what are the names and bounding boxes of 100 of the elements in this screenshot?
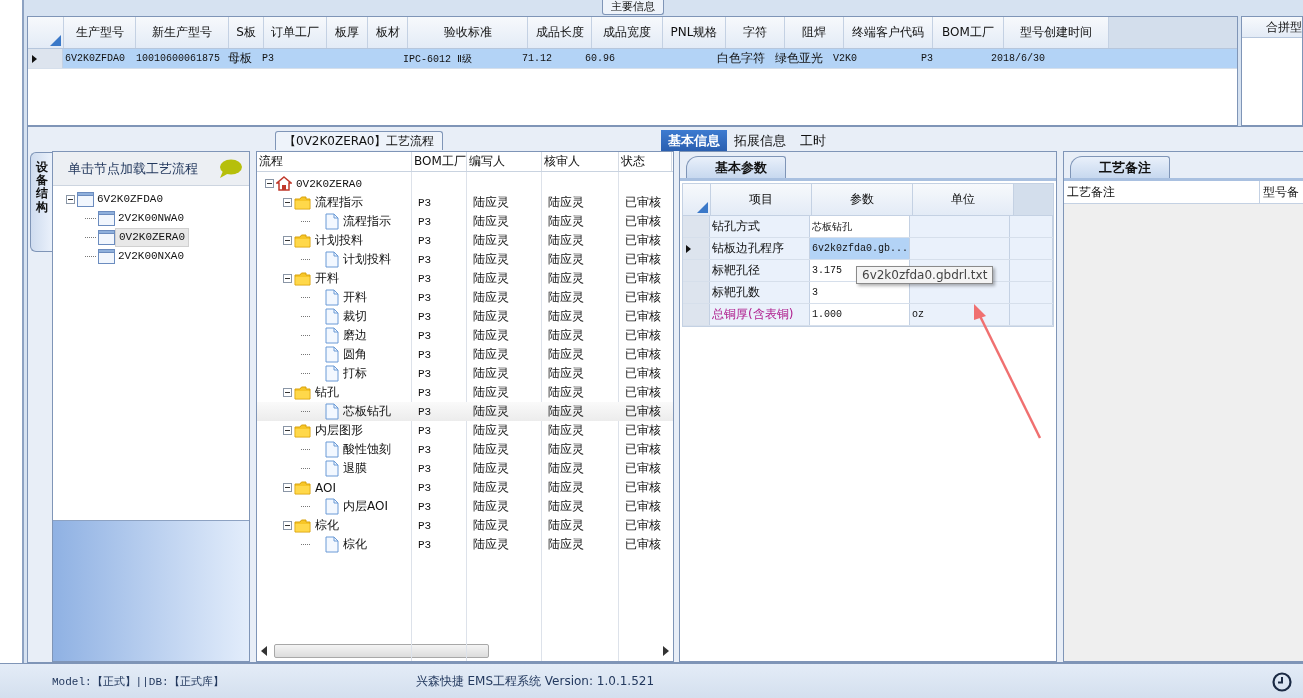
- column-header[interactable]: 阻焊: [785, 17, 844, 48]
- clock-icon[interactable]: [1272, 671, 1292, 692]
- process-step: 圆角: [343, 346, 367, 363]
- column-header[interactable]: S板: [229, 17, 264, 48]
- table-cell: 60.96: [583, 49, 653, 68]
- process-row[interactable]: 内层图形 P3 陆应灵 陆应灵 已审核: [257, 421, 673, 440]
- collapse-icon[interactable]: [283, 274, 292, 283]
- tab[interactable]: 工时: [793, 130, 834, 151]
- row-header[interactable]: [683, 238, 710, 259]
- table-cell-text: 已审核: [624, 251, 662, 268]
- column-header[interactable]: PNL规格: [663, 17, 726, 48]
- table-cell-text: P3: [417, 386, 433, 399]
- table-cell-text: 已审核: [624, 498, 662, 515]
- column-header[interactable]: 订单工厂: [264, 17, 327, 48]
- process-row[interactable]: 0V2K0ZERA0: [257, 174, 673, 193]
- process-step: 芯板钻孔: [343, 403, 391, 420]
- collapse-icon[interactable]: [265, 179, 274, 188]
- column-header[interactable]: 字符: [726, 17, 785, 48]
- table-cell-text: 陆应灵: [547, 536, 585, 553]
- document-icon: [325, 251, 339, 268]
- column-header[interactable]: 型号备: [1260, 181, 1303, 203]
- process-row[interactable]: 酸性蚀刻 P3 陆应灵 陆应灵 已审核: [257, 440, 673, 459]
- column-header[interactable]: 编写人: [467, 152, 542, 171]
- column-header[interactable]: 流程: [257, 152, 412, 171]
- process-row[interactable]: 棕化 P3 陆应灵 陆应灵 已审核: [257, 516, 673, 535]
- process-row[interactable]: 裁切 P3 陆应灵 陆应灵 已审核: [257, 307, 673, 326]
- table-cell: 总铜厚(含表铜): [710, 304, 810, 325]
- collapse-icon[interactable]: [283, 236, 292, 245]
- horizontal-scrollbar[interactable]: [261, 643, 669, 659]
- process-row[interactable]: 打标 P3 陆应灵 陆应灵 已审核: [257, 364, 673, 383]
- table-cell-text: P3: [417, 424, 433, 437]
- side-tab[interactable]: 设备结构: [30, 152, 52, 252]
- process-row[interactable]: 开料 P3 陆应灵 陆应灵 已审核: [257, 288, 673, 307]
- column-header[interactable]: 生产型号: [64, 17, 136, 48]
- table-cell-text: 陆应灵: [472, 308, 510, 325]
- table-cell-text: P3: [417, 405, 433, 418]
- document-icon: [325, 213, 339, 230]
- collapse-icon[interactable]: [283, 198, 292, 207]
- table-row[interactable]: 6V2K0ZFDA0 10010600061875 母板 P3 IPC-6012 Ⅱ级 71.12 60.96 白色字符 绿色亚光 V2K0 P3 2018/6/30: [28, 49, 1237, 69]
- table-cell-text: 已审核: [624, 213, 662, 230]
- collapse-icon[interactable]: [283, 426, 292, 435]
- table-cell-text: 陆应灵: [472, 498, 510, 515]
- process-row[interactable]: 开料 P3 陆应灵 陆应灵 已审核: [257, 269, 673, 288]
- column-header[interactable]: 板厚: [327, 17, 368, 48]
- column-header[interactable]: 状态: [619, 152, 672, 171]
- column-header[interactable]: 板材: [368, 17, 408, 48]
- table-cell-text: 已审核: [624, 422, 662, 439]
- column-header[interactable]: 核审人: [542, 152, 619, 171]
- folder-icon: [294, 233, 311, 248]
- process-row[interactable]: 棕化 P3 陆应灵 陆应灵 已审核: [257, 535, 673, 554]
- column-header[interactable]: 成品宽度: [592, 17, 663, 48]
- table-cell-text: 陆应灵: [547, 479, 585, 496]
- tab[interactable]: 基本参数: [686, 156, 786, 178]
- collapse-icon[interactable]: [66, 195, 75, 204]
- column-header[interactable]: 终端客户代码: [844, 17, 933, 48]
- table-cell: 钻孔方式: [710, 216, 810, 237]
- table-cell-text: 陆应灵: [547, 213, 585, 230]
- column-header[interactable]: 工艺备注: [1064, 181, 1260, 203]
- process-row[interactable]: 内层AOI P3 陆应灵 陆应灵 已审核: [257, 497, 673, 516]
- process-row[interactable]: 退膜 P3 陆应灵 陆应灵 已审核: [257, 459, 673, 478]
- table-cell-text: 已审核: [624, 232, 662, 249]
- tab[interactable]: 基本信息: [661, 130, 728, 151]
- table-cell-text: 陆应灵: [547, 384, 585, 401]
- process-row[interactable]: 计划投料 P3 陆应灵 陆应灵 已审核: [257, 231, 673, 250]
- process-row[interactable]: 计划投料 P3 陆应灵 陆应灵 已审核: [257, 250, 673, 269]
- process-row[interactable]: 磨边 P3 陆应灵 陆应灵 已审核: [257, 326, 673, 345]
- table-cell-text: 陆应灵: [472, 403, 510, 420]
- document-icon: [325, 536, 339, 553]
- collapse-icon[interactable]: [283, 521, 292, 530]
- table-cell-text: 已审核: [624, 441, 662, 458]
- process-row[interactable]: AOI P3 陆应灵 陆应灵 已审核: [257, 478, 673, 497]
- column-header[interactable]: 项目: [711, 184, 812, 215]
- collapse-icon[interactable]: [283, 388, 292, 397]
- column-header[interactable]: 参数: [812, 184, 913, 215]
- collapse-icon[interactable]: [283, 483, 292, 492]
- scroll-right-icon[interactable]: [663, 646, 669, 656]
- tree-item[interactable]: 2V2K00NXA0: [115, 248, 187, 265]
- panel-title: 主要信息: [601, 0, 664, 15]
- column-header[interactable]: BOM工厂: [412, 152, 467, 171]
- tree-item[interactable]: 0V2K0ZERA0: [115, 228, 189, 247]
- process-row[interactable]: 流程指示 P3 陆应灵 陆应灵 已审核: [257, 212, 673, 231]
- table-cell: 10010600061875: [134, 49, 226, 68]
- process-row[interactable]: 芯板钻孔 P3 陆应灵 陆应灵 已审核: [257, 402, 673, 421]
- row-header[interactable]: [28, 49, 63, 68]
- process-row[interactable]: 圆角 P3 陆应灵 陆应灵 已审核: [257, 345, 673, 364]
- tree-item[interactable]: 2V2K00NWA0: [115, 210, 187, 227]
- column-header[interactable]: 新生产型号: [136, 17, 229, 48]
- table-cell-text: P3: [417, 367, 433, 380]
- scroll-left-icon[interactable]: [261, 646, 267, 656]
- tab[interactable]: 拓展信息: [727, 130, 794, 151]
- column-header[interactable]: 合拼型: [1242, 17, 1302, 38]
- table-cell-text: 陆应灵: [547, 403, 585, 420]
- process-row[interactable]: 流程指示 P3 陆应灵 陆应灵 已审核: [257, 193, 673, 212]
- tab[interactable]: 工艺备注: [1070, 156, 1170, 178]
- column-header[interactable]: BOM工厂: [933, 17, 1004, 48]
- tree-item[interactable]: 6V2K0ZFDA0: [94, 191, 166, 208]
- table-cell-text: P3: [417, 519, 433, 532]
- column-header[interactable]: 验收标准: [408, 17, 528, 48]
- column-header[interactable]: 成品长度: [528, 17, 592, 48]
- process-row[interactable]: 钻孔 P3 陆应灵 陆应灵 已审核: [257, 383, 673, 402]
